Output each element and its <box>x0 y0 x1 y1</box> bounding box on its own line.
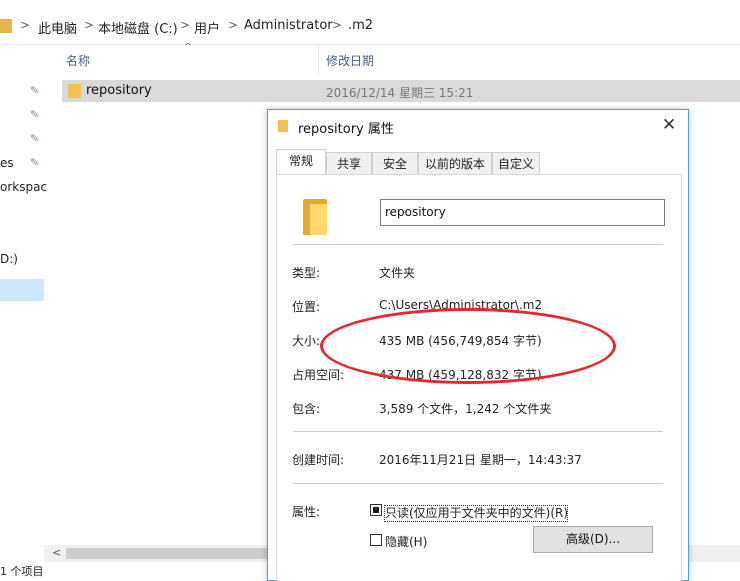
location-value: C:\Users\Administrator\.m2 <box>379 298 543 312</box>
dialog-title: repository 属性 <box>298 122 394 137</box>
type-label: 类型: <box>292 266 321 280</box>
attributes-label: 属性: <box>292 505 321 519</box>
advanced-button[interactable]: 高级(D)... <box>533 526 653 553</box>
pin-icon: ✎ <box>30 108 40 121</box>
disk-size-label: 占用空间: <box>292 368 345 382</box>
contains-value: 3,589 个文件，1,242 个文件夹 <box>379 402 552 416</box>
nav-item[interactable]: D:) <box>0 252 18 266</box>
table-row[interactable]: repository 2016/12/14 星期三 15:21 <box>62 80 740 102</box>
file-modified: 2016/12/14 星期三 15:21 <box>326 86 474 100</box>
nav-selected-item[interactable] <box>0 279 44 301</box>
close-icon[interactable]: ✕ <box>658 114 680 136</box>
breadcrumb-m2[interactable]: .m2 <box>348 18 373 33</box>
breadcrumb-users[interactable]: 用户 <box>194 18 220 37</box>
divider <box>293 244 663 245</box>
created-label: 创建时间: <box>292 453 345 467</box>
location-label: 位置: <box>292 300 321 314</box>
readonly-checkbox-label[interactable]: 只读(仅应用于文件夹中的文件)(R) <box>385 504 568 521</box>
folder-icon <box>0 19 12 33</box>
column-header-modified[interactable]: 修改日期 <box>326 52 374 69</box>
chevron-right-icon[interactable]: > <box>332 18 342 32</box>
size-value: 435 MB (456,749,854 字节) <box>379 334 542 348</box>
tab-security[interactable]: 安全 <box>372 152 418 174</box>
address-bar[interactable]: > 此电脑 > 本地磁盘 (C:) > 用户 > Administrator >… <box>0 8 740 45</box>
file-name: repository <box>86 83 152 98</box>
tab-general[interactable]: 常规 <box>276 149 326 175</box>
folder-icon <box>278 120 288 132</box>
created-value: 2016年11月21日 星期一，14:43:37 <box>379 453 582 467</box>
breadcrumb-administrator[interactable]: Administrator <box>244 18 333 33</box>
divider <box>293 483 663 484</box>
tab-customize[interactable]: 自定义 <box>492 152 540 174</box>
column-header-name[interactable]: 名称 <box>66 52 90 69</box>
pin-icon: ✎ <box>30 84 40 97</box>
status-item-count: 1 个项目 <box>0 565 44 578</box>
contains-label: 包含: <box>292 402 321 416</box>
chevron-right-icon[interactable]: > <box>84 18 94 32</box>
type-value: 文件夹 <box>379 266 416 280</box>
sort-ascending-icon: ^ <box>184 42 193 53</box>
nav-item[interactable]: es <box>0 156 14 170</box>
folder-name-input[interactable]: repository <box>380 199 665 226</box>
nav-item[interactable]: orkspac <box>0 180 47 194</box>
properties-dialog: repository 属性 ✕ 常规 共享 安全 以前的版本 自定义 repos… <box>267 109 689 581</box>
scroll-left-icon[interactable]: < <box>52 546 61 559</box>
folder-icon <box>303 199 327 235</box>
hidden-checkbox[interactable] <box>370 534 382 546</box>
tab-sharing[interactable]: 共享 <box>326 152 372 174</box>
scrollbar-track[interactable] <box>686 545 740 562</box>
disk-size-value: 437 MB (459,128,832 字节) <box>379 368 542 382</box>
pin-icon: ✎ <box>30 132 40 145</box>
chevron-right-icon[interactable]: > <box>20 18 30 32</box>
divider <box>293 431 663 432</box>
breadcrumb-this-pc[interactable]: 此电脑 <box>38 18 77 37</box>
chevron-right-icon[interactable]: > <box>180 18 190 32</box>
column-divider[interactable] <box>318 46 319 74</box>
readonly-checkbox[interactable] <box>370 504 382 516</box>
tab-previous-versions[interactable]: 以前的版本 <box>418 152 492 174</box>
hidden-checkbox-label[interactable]: 隐藏(H) <box>385 533 427 550</box>
breadcrumb-local-disk[interactable]: 本地磁盘 (C:) <box>98 18 178 37</box>
pin-icon: ✎ <box>30 156 40 169</box>
size-label: 大小: <box>292 334 321 348</box>
chevron-right-icon[interactable]: > <box>228 18 238 32</box>
folder-icon <box>68 84 81 98</box>
